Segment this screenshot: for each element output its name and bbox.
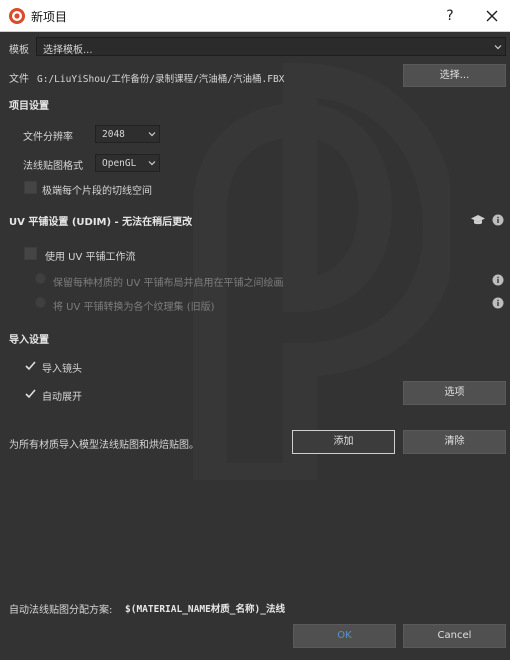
file-path: G:/LiuYiShou/工作备份/录制课程/汽油桶/汽油桶.FBX [37, 74, 285, 85]
normal-format-value: OpenGL [102, 158, 137, 169]
chevron-down-icon [494, 45, 502, 50]
tangent-checkbox-label: 极端每个片段的切线空间 [42, 186, 152, 197]
ok-button[interactable]: OK [293, 624, 396, 648]
tangent-checkbox[interactable] [24, 181, 37, 194]
background-watermark-icon [193, 62, 450, 480]
convert-texture-sets-label: 将 UV 平铺转换为各个纹理集 (旧版) [53, 302, 215, 313]
auto-unwrap-label: 自动展开 [42, 392, 82, 403]
import-cameras-label: 导入镜头 [42, 364, 82, 375]
cancel-button[interactable]: Cancel [403, 624, 506, 648]
chevron-down-icon [148, 161, 156, 166]
normal-naming-label: 自动法线贴图分配方案: [9, 605, 113, 616]
file-label: 文件 [9, 74, 29, 85]
uv-workflow-checkbox[interactable] [24, 247, 37, 260]
template-value: 选择模板... [43, 45, 93, 56]
chevron-down-icon [148, 132, 156, 137]
close-icon[interactable] [480, 4, 504, 28]
convert-texture-sets-radio[interactable] [35, 297, 46, 308]
resolution-value: 2048 [102, 129, 125, 140]
resolution-label: 文件分辨率 [23, 132, 73, 143]
template-dropdown[interactable]: 选择模板... [36, 37, 506, 56]
info-icon[interactable] [492, 214, 504, 226]
info-icon[interactable] [492, 274, 504, 286]
options-button[interactable]: 选项 [403, 381, 506, 405]
graduation-cap-icon[interactable] [470, 214, 486, 226]
uv-tile-heading: UV 平铺设置 (UDIM) - 无法在稍后更改 [9, 217, 193, 228]
template-label: 模板 [9, 45, 29, 56]
preserve-layout-radio[interactable] [35, 273, 46, 284]
app-logo-icon [9, 8, 25, 24]
window-title: 新项目 [31, 10, 68, 24]
auto-unwrap-checkbox[interactable] [24, 387, 37, 400]
preserve-layout-label: 保留每种材质的 UV 平铺布局并启用在平铺之间绘画 [53, 278, 284, 289]
project-settings-heading: 项目设置 [9, 101, 49, 112]
normal-naming-value: $(MATERIAL_NAME材质_名称)_法线 [125, 604, 285, 615]
title-bar: 新项目 ? [0, 0, 510, 32]
select-file-button[interactable]: 选择... [403, 64, 506, 87]
normal-format-dropdown[interactable]: OpenGL [95, 154, 160, 172]
help-button[interactable]: ? [438, 5, 462, 27]
info-icon[interactable] [492, 297, 504, 309]
clear-button[interactable]: 清除 [403, 430, 506, 454]
resolution-dropdown[interactable]: 2048 [95, 125, 160, 143]
add-button[interactable]: 添加 [292, 430, 395, 454]
normal-format-label: 法线贴图格式 [23, 161, 83, 172]
import-settings-heading: 导入设置 [9, 335, 49, 346]
uv-workflow-label: 使用 UV 平铺工作流 [45, 252, 136, 263]
import-cameras-checkbox[interactable] [24, 359, 37, 372]
bake-description: 为所有材质导入模型法线贴图和烘焙贴图。 [9, 440, 199, 451]
